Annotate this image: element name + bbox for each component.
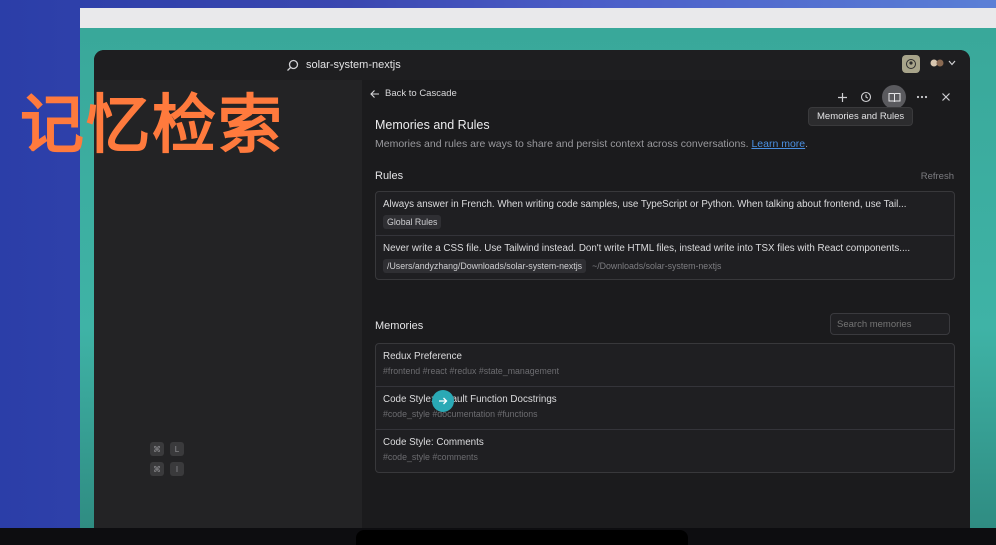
plus-icon[interactable]: [834, 89, 850, 105]
shortcut-row: ⌘ L: [150, 442, 184, 456]
browser-top-bar: [80, 8, 996, 28]
memory-title: Redux Preference: [383, 351, 462, 362]
tooltip: Memories and Rules: [808, 107, 914, 126]
bottom-notch: [356, 530, 688, 545]
book-icon[interactable]: [882, 85, 906, 109]
rules-heading: Rules: [375, 170, 404, 182]
memory-item[interactable]: Code Style: Default Function Docstrings …: [376, 387, 954, 430]
history-icon[interactable]: [858, 89, 874, 105]
refresh-button[interactable]: Refresh: [921, 171, 954, 182]
back-to-cascade-link[interactable]: Back to Cascade: [370, 88, 457, 99]
more-icon[interactable]: [914, 89, 930, 105]
page-description: Memories and rules are ways to share and…: [375, 138, 808, 150]
l-key: L: [170, 442, 184, 456]
rule-path: ~/Downloads/solar-system-nextjs: [592, 261, 722, 271]
memory-item[interactable]: Code Style: Comments #code_style #commen…: [376, 430, 954, 472]
rule-text: Always answer in French. When writing co…: [383, 199, 907, 210]
memory-item[interactable]: Redux Preference #frontend #react #redux…: [376, 344, 954, 387]
memory-title: Code Style: Default Function Docstrings: [383, 394, 557, 405]
close-icon[interactable]: [938, 89, 954, 105]
panel-toolbar: [834, 85, 954, 109]
memories-panel: Back to Cascade Memories and Rules Memor…: [362, 80, 970, 530]
rule-tags: /Users/andyzhang/Downloads/solar-system-…: [383, 259, 947, 273]
avatar-icon: [930, 59, 944, 67]
rule-item[interactable]: Always answer in French. When writing co…: [376, 192, 954, 236]
search-memories-input[interactable]: [830, 313, 950, 335]
rule-scope-chip: Global Rules: [383, 215, 442, 229]
rule-text: Never write a CSS file. Use Tailwind ins…: [383, 243, 911, 254]
i-key: I: [170, 462, 184, 476]
profile-menu[interactable]: [930, 57, 956, 69]
description-text: Memories and rules are ways to share and…: [375, 138, 749, 150]
learn-more-link[interactable]: Learn more: [751, 138, 805, 150]
workspace-name: solar-system-nextjs: [306, 59, 401, 71]
rule-item[interactable]: Never write a CSS file. Use Tailwind ins…: [376, 236, 954, 279]
memories-list: Redux Preference #frontend #react #redux…: [375, 343, 955, 473]
memories-heading: Memories: [375, 320, 424, 332]
overlay-caption: 记忆检索: [20, 89, 284, 163]
cmd-key: ⌘: [150, 442, 164, 456]
account-button[interactable]: [902, 55, 920, 73]
rule-scope-chip: /Users/andyzhang/Downloads/solar-system-…: [383, 259, 587, 273]
chevron-down-icon: [948, 60, 956, 66]
workspace-search[interactable]: solar-system-nextjs: [286, 57, 401, 73]
user-icon: [906, 59, 916, 69]
shortcut-row: ⌘ I: [150, 462, 184, 476]
memory-tags: #frontend #react #redux #state_managemen…: [383, 366, 560, 376]
back-label: Back to Cascade: [385, 88, 457, 99]
rules-list: Always answer in French. When writing co…: [375, 191, 955, 280]
memory-tags: #code_style #documentation #functions: [383, 409, 538, 419]
pointer-cursor-icon: [432, 390, 454, 412]
page-title: Memories and Rules: [375, 118, 490, 132]
memory-title: Code Style: Comments: [383, 437, 484, 448]
description-end: .: [805, 138, 809, 150]
rule-tags: Global Rules: [383, 215, 947, 229]
cmd-key: ⌘: [150, 462, 164, 476]
search-icon: [287, 59, 299, 71]
memory-tags: #code_style #comments: [383, 452, 478, 462]
arrow-left-icon: [370, 89, 379, 98]
